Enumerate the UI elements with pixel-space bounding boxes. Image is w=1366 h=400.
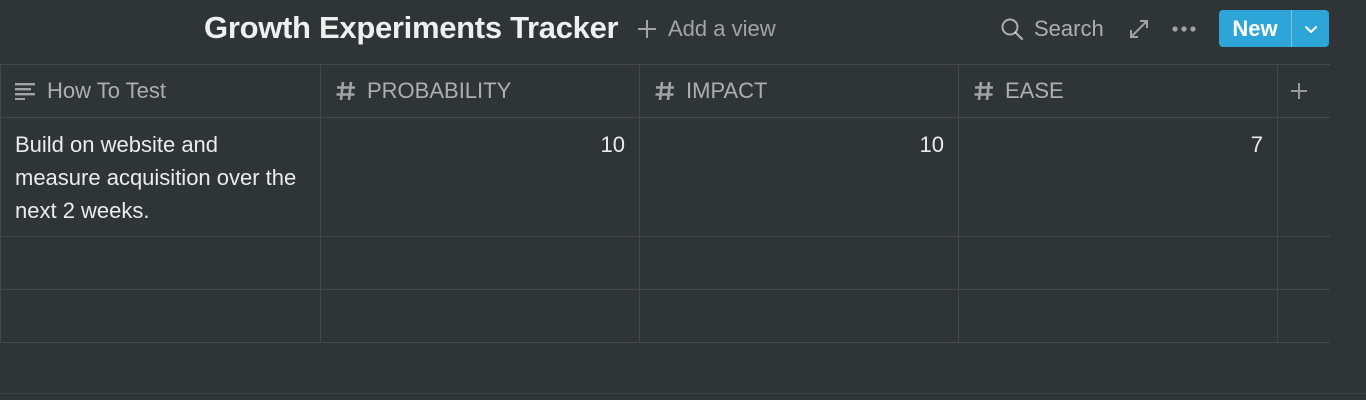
add-column-button[interactable]: [1278, 65, 1330, 117]
table-header-row: How To Test PROBABILITY IMPACT EASE: [0, 64, 1330, 118]
plus-icon: [638, 20, 656, 38]
divider: [0, 393, 1366, 394]
cell-empty[interactable]: [959, 237, 1278, 289]
chevron-down-icon: [1304, 25, 1317, 33]
new-button-label: New: [1232, 15, 1278, 41]
add-view-label: Add a view: [668, 16, 776, 41]
expand-icon[interactable]: [1128, 18, 1150, 40]
column-header-how-to-test[interactable]: How To Test: [0, 65, 321, 117]
more-options-icon[interactable]: [1170, 18, 1198, 40]
cell-probability[interactable]: 10: [321, 118, 640, 236]
cell-impact[interactable]: 10: [640, 118, 959, 236]
cell-empty[interactable]: [321, 237, 640, 289]
cell-empty[interactable]: [0, 290, 321, 342]
cell-ease[interactable]: 7: [959, 118, 1278, 236]
hash-icon: [974, 81, 993, 101]
column-label: How To Test: [47, 78, 167, 103]
cell-empty: [1278, 118, 1330, 236]
new-button[interactable]: New: [1219, 10, 1329, 47]
add-view-button[interactable]: Add a view: [636, 14, 776, 44]
database-table: How To Test PROBABILITY IMPACT EASE Buil…: [0, 64, 1330, 343]
page-title[interactable]: Growth Experiments Tracker: [204, 10, 619, 46]
cell-empty: [1278, 237, 1330, 289]
hash-icon: [336, 81, 355, 101]
cell-empty[interactable]: [0, 237, 321, 289]
text-lines-icon: [15, 83, 35, 100]
column-label: PROBABILITY: [367, 78, 512, 103]
cell-empty[interactable]: [321, 290, 640, 342]
table-row[interactable]: [0, 237, 1330, 290]
cell-empty[interactable]: [640, 237, 959, 289]
cell-empty[interactable]: [640, 290, 959, 342]
hash-icon: [655, 81, 674, 101]
database-header: Growth Experiments Tracker Add a view Se…: [0, 0, 1366, 58]
table-row[interactable]: Build on website and measure acquisition…: [0, 118, 1330, 237]
column-header-impact[interactable]: IMPACT: [640, 65, 959, 117]
table-row[interactable]: [0, 290, 1330, 343]
cell-empty[interactable]: [959, 290, 1278, 342]
column-label: EASE: [1005, 78, 1064, 103]
plus-icon: [1291, 83, 1307, 99]
search-label: Search: [1034, 16, 1104, 41]
new-options-button[interactable]: [1292, 10, 1329, 47]
search-icon: [1001, 18, 1024, 41]
search-button[interactable]: Search: [1000, 14, 1104, 44]
cell-how-to-test[interactable]: Build on website and measure acquisition…: [0, 118, 321, 236]
column-header-probability[interactable]: PROBABILITY: [321, 65, 640, 117]
column-label: IMPACT: [686, 78, 768, 103]
column-header-ease[interactable]: EASE: [959, 65, 1278, 117]
cell-empty: [1278, 290, 1330, 342]
